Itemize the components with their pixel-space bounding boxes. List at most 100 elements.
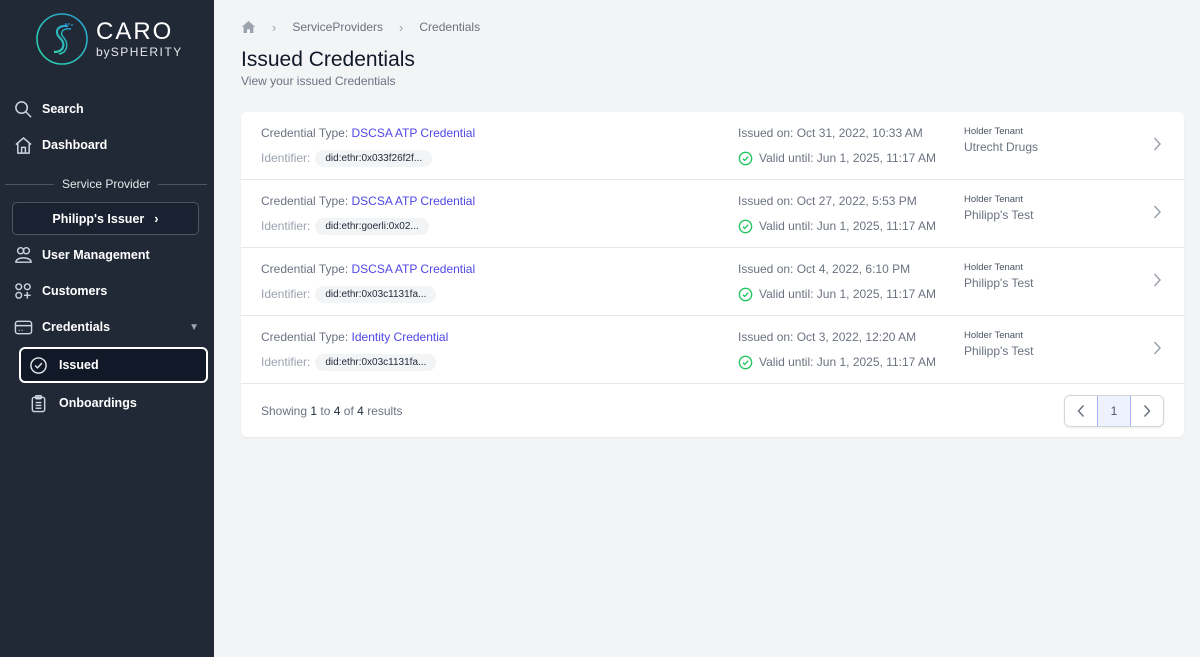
nav-credentials-label: Credentials xyxy=(42,320,111,334)
page-title: Issued Credentials xyxy=(241,48,415,71)
credential-type-label: Credential Type: xyxy=(261,262,349,276)
customers-icon xyxy=(13,281,33,301)
credential-type-link[interactable]: DSCSA ATP Credential xyxy=(352,262,476,276)
credential-type-label: Credential Type: xyxy=(261,126,349,140)
holder-tenant-name: Philipp's Test xyxy=(964,344,1034,358)
issued-on: Issued on: Oct 27, 2022, 5:53 PM xyxy=(738,194,917,208)
identifier-chip[interactable]: did:ethr:goerli:0x02... xyxy=(315,217,429,235)
nav-user-management-label: User Management xyxy=(42,248,150,262)
holder-tenant-name: Philipp's Test xyxy=(964,276,1034,290)
credential-info: Credential Type: DSCSA ATP Credential Id… xyxy=(241,248,738,315)
valid-until: Valid until: Jun 1, 2025, 11:17 AM xyxy=(759,219,937,233)
credentials-list: Credential Type: DSCSA ATP Credential Id… xyxy=(241,112,1184,437)
check-circle-icon xyxy=(738,219,753,234)
nav-onboardings-label: Onboardings xyxy=(59,396,137,410)
nav-issued-label: Issued xyxy=(59,358,99,372)
credential-row[interactable]: Credential Type: DSCSA ATP Credential Id… xyxy=(241,112,1184,180)
service-provider-divider: Service Provider xyxy=(5,175,207,193)
holder-info: Holder Tenant Philipp's Test xyxy=(964,316,1184,383)
identifier-chip[interactable]: did:ethr:0x03c1131fa... xyxy=(315,353,437,371)
sidebar: CARO bySPHERITY Search Dashboard Service… xyxy=(0,0,214,657)
credential-type-label: Credential Type: xyxy=(261,330,349,344)
breadcrumb-credentials[interactable]: Credentials xyxy=(419,20,480,34)
nav-credentials[interactable]: Credentials ▼ xyxy=(0,309,214,345)
issued-on: Issued on: Oct 31, 2022, 10:33 AM xyxy=(738,126,923,140)
credit-card-icon xyxy=(13,317,33,337)
main-content: › ServiceProviders › Credentials Issued … xyxy=(214,0,1200,657)
check-circle-icon xyxy=(28,355,48,375)
credential-dates: Issued on: Oct 3, 2022, 12:20 AM Valid u… xyxy=(738,316,964,383)
breadcrumb-service-providers[interactable]: ServiceProviders xyxy=(292,20,383,34)
nav-search-label: Search xyxy=(42,102,84,116)
holder-info: Holder Tenant Philipp's Test xyxy=(964,180,1184,247)
pager: 1 xyxy=(1064,394,1164,427)
caro-logo-icon xyxy=(36,13,88,65)
breadcrumb: › ServiceProviders › Credentials xyxy=(241,17,1184,37)
nav-customers[interactable]: Customers xyxy=(0,273,214,309)
nav-issued[interactable]: Issued xyxy=(19,347,208,383)
credential-row[interactable]: Credential Type: DSCSA ATP Credential Id… xyxy=(241,180,1184,248)
service-provider-label: Service Provider xyxy=(61,177,151,191)
holder-info: Holder Tenant Philipp's Test xyxy=(964,248,1184,315)
identifier-label: Identifier: xyxy=(261,287,311,301)
search-icon xyxy=(13,99,33,119)
provider-name: Philipp's Issuer xyxy=(52,211,145,226)
identifier-chip[interactable]: did:ethr:0x03c1131fa... xyxy=(315,285,437,303)
valid-until: Valid until: Jun 1, 2025, 11:17 AM xyxy=(759,287,937,301)
home-icon[interactable] xyxy=(241,20,256,34)
identifier-label: Identifier: xyxy=(261,355,311,369)
users-icon xyxy=(13,245,33,265)
identifier-label: Identifier: xyxy=(261,151,311,165)
credential-row[interactable]: Credential Type: DSCSA ATP Credential Id… xyxy=(241,248,1184,316)
chevron-right-icon[interactable] xyxy=(1152,204,1162,225)
holder-tenant-name: Philipp's Test xyxy=(964,208,1034,222)
home-icon xyxy=(13,135,33,155)
chevron-right-icon[interactable] xyxy=(1152,272,1162,293)
next-page-button[interactable] xyxy=(1131,395,1163,426)
holder-tenant-label: Holder Tenant xyxy=(964,330,1023,341)
chevron-right-icon: › xyxy=(154,211,159,226)
chevron-right-icon: › xyxy=(272,19,277,35)
valid-until: Valid until: Jun 1, 2025, 11:17 AM xyxy=(759,355,937,369)
holder-tenant-name: Utrecht Drugs xyxy=(964,140,1039,154)
holder-tenant-label: Holder Tenant xyxy=(964,194,1023,205)
credential-info: Credential Type: DSCSA ATP Credential Id… xyxy=(241,112,738,179)
nav-dashboard[interactable]: Dashboard xyxy=(0,127,214,163)
credential-dates: Issued on: Oct 27, 2022, 5:53 PM Valid u… xyxy=(738,180,964,247)
credential-row[interactable]: Credential Type: Identity Credential Ide… xyxy=(241,316,1184,384)
chevron-right-icon xyxy=(1143,404,1151,417)
nav-dashboard-label: Dashboard xyxy=(42,138,108,152)
results-summary: Showing 1 to 4 of 4 results xyxy=(261,403,403,418)
chevron-right-icon[interactable] xyxy=(1152,136,1162,157)
nav-search[interactable]: Search xyxy=(0,91,214,127)
credential-dates: Issued on: Oct 31, 2022, 10:33 AM Valid … xyxy=(738,112,964,179)
nav-user-management[interactable]: User Management xyxy=(0,237,214,273)
holder-info: Holder Tenant Utrecht Drugs xyxy=(964,112,1184,179)
provider-switch-button[interactable]: Philipp's Issuer › xyxy=(12,202,199,235)
check-circle-icon xyxy=(738,355,753,370)
credential-dates: Issued on: Oct 4, 2022, 6:10 PM Valid un… xyxy=(738,248,964,315)
pagination-bar: Showing 1 to 4 of 4 results 1 xyxy=(241,384,1184,437)
brand-name: CARO xyxy=(96,18,174,45)
identifier-chip[interactable]: did:ethr:0x033f26f2f... xyxy=(315,149,433,167)
brand-by: bySPHERITY xyxy=(96,45,183,59)
credential-info: Credential Type: DSCSA ATP Credential Id… xyxy=(241,180,738,247)
credential-type-link[interactable]: DSCSA ATP Credential xyxy=(352,126,476,140)
chevron-right-icon: › xyxy=(399,19,404,35)
caro-logo[interactable]: CARO bySPHERITY xyxy=(0,0,214,78)
holder-tenant-label: Holder Tenant xyxy=(964,126,1023,137)
credential-info: Credential Type: Identity Credential Ide… xyxy=(241,316,738,383)
clipboard-icon xyxy=(28,393,48,413)
identifier-label: Identifier: xyxy=(261,219,311,233)
chevron-right-icon[interactable] xyxy=(1152,340,1162,361)
nav-customers-label: Customers xyxy=(42,284,108,298)
prev-page-button[interactable] xyxy=(1065,395,1097,426)
credential-type-link[interactable]: Identity Credential xyxy=(352,330,449,344)
check-circle-icon xyxy=(738,287,753,302)
page-1-button[interactable]: 1 xyxy=(1097,395,1131,426)
credential-type-link[interactable]: DSCSA ATP Credential xyxy=(352,194,476,208)
caret-down-icon[interactable]: ▼ xyxy=(189,322,199,333)
credential-type-label: Credential Type: xyxy=(261,194,349,208)
valid-until: Valid until: Jun 1, 2025, 11:17 AM xyxy=(759,151,937,165)
nav-onboardings[interactable]: Onboardings xyxy=(19,385,208,421)
